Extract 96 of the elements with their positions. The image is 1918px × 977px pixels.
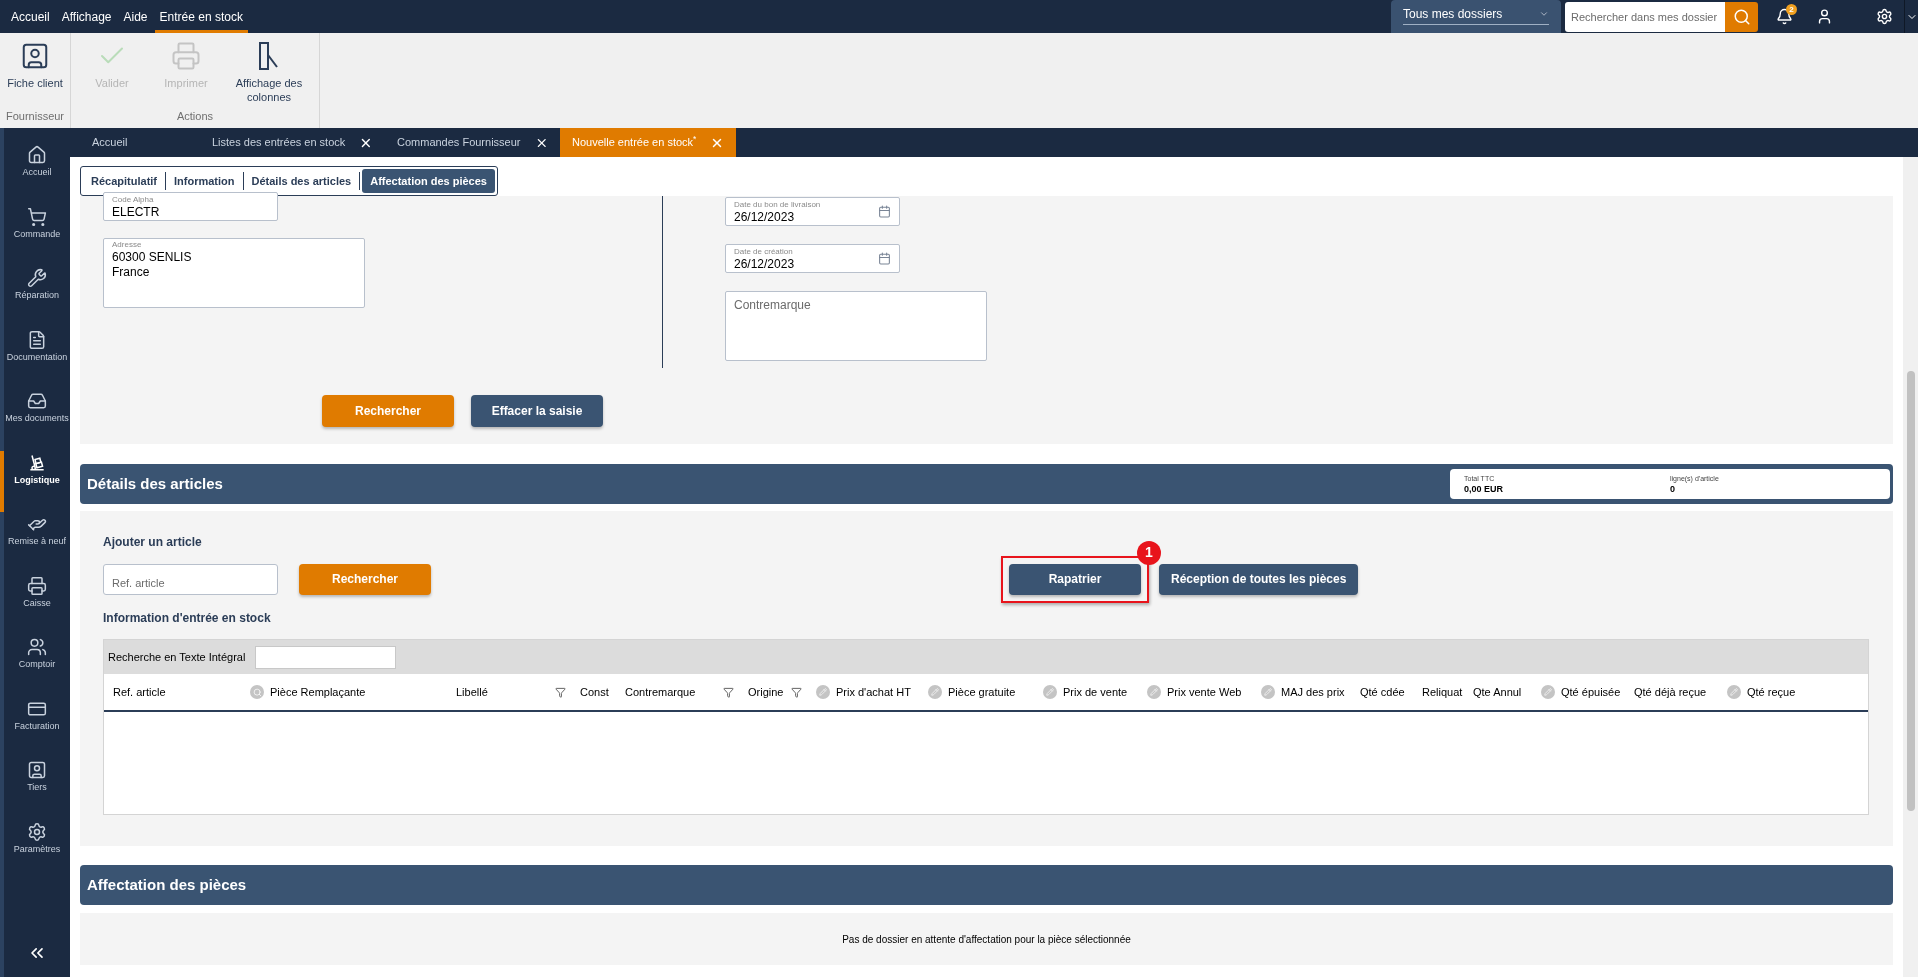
- column-header[interactable]: Qté déjà reçue: [1634, 683, 1716, 701]
- sidebar-item[interactable]: Caisse: [0, 573, 70, 635]
- clear-button[interactable]: Effacer la saisie: [471, 395, 603, 427]
- search-icon: [1732, 7, 1751, 26]
- filter-label: Recherche en Texte Intégral: [108, 649, 246, 665]
- section-tab[interactable]: Récapitulatif: [83, 169, 165, 193]
- filter-icon[interactable]: [791, 686, 802, 698]
- column-header[interactable]: MAJ des prix: [1281, 683, 1349, 701]
- sidebar-item[interactable]: Logistique: [0, 450, 70, 512]
- column-header[interactable]: Qte Annul: [1473, 683, 1530, 701]
- ribbon-group-label: Fournisseur: [5, 108, 65, 124]
- date-field[interactable]: Date de création 26/12/2023: [725, 244, 900, 273]
- sidebar-item[interactable]: Documentation: [0, 327, 70, 389]
- summary-value: 0: [1670, 483, 1676, 495]
- contremarque-field[interactable]: Contremarque: [725, 291, 987, 361]
- document-icon: [27, 329, 47, 350]
- inbox-icon: [27, 391, 47, 411]
- column-header[interactable]: Qté reçue: [1747, 683, 1866, 701]
- caret-icon: [1539, 9, 1549, 19]
- column-header[interactable]: Prix d'achat HT: [836, 683, 917, 701]
- date-field[interactable]: Date du bon de livraison 26/12/2023: [725, 197, 900, 226]
- scrollbar[interactable]: [1903, 157, 1918, 977]
- edit-icon[interactable]: [1147, 685, 1161, 699]
- menu-item[interactable]: Accueil: [6, 0, 55, 33]
- calendar-icon: [878, 205, 891, 218]
- sidebar-item[interactable]: Facturation: [0, 696, 70, 758]
- sidebar-item[interactable]: Mes documents: [0, 389, 70, 451]
- ribbon-button[interactable]: Fiche client: [4, 41, 66, 108]
- filter-icon[interactable]: [555, 686, 566, 698]
- summary-value: 0,00 EUR: [1464, 482, 1505, 495]
- document-tab[interactable]: Commandes Fournisseur: [385, 128, 560, 157]
- section-tab[interactable]: Affectation des pièces: [362, 169, 495, 193]
- search-field[interactable]: Rechercher dans mes dossier: [1565, 1, 1725, 32]
- menu-item[interactable]: Affichage: [56, 0, 117, 33]
- calendar-icon: [878, 252, 891, 265]
- ribbon-button[interactable]: Affichage des colonnes: [223, 41, 315, 108]
- notification-badge: 2: [1786, 4, 1797, 15]
- action-button[interactable]: Rapatrier: [1009, 563, 1141, 595]
- home-icon: [27, 145, 47, 165]
- edit-icon[interactable]: [1043, 685, 1057, 699]
- settings-icon: [1875, 8, 1893, 25]
- empty-message: Pas de dossier en attente d'affectation pour la pièce sélectionnée: [842, 932, 1131, 947]
- section-tab[interactable]: Information: [166, 169, 243, 193]
- section-title: Détails des articles: [87, 473, 223, 494]
- user-card-icon: [27, 760, 47, 780]
- column-header[interactable]: Const: [580, 683, 614, 701]
- column-header[interactable]: Origine: [748, 683, 785, 701]
- menu-item[interactable]: Aide: [118, 0, 153, 33]
- folder-dropdown[interactable]: Tous mes dossiers: [1391, 0, 1561, 33]
- edit-icon[interactable]: [816, 685, 830, 699]
- callout-badge: 1: [1137, 540, 1161, 565]
- column-header[interactable]: Ref. article: [113, 683, 239, 701]
- sidebar-item[interactable]: Remise à neuf: [0, 512, 70, 574]
- edit-icon[interactable]: [1261, 685, 1275, 699]
- sidebar-item[interactable]: Réparation: [0, 266, 70, 328]
- column-header[interactable]: Prix vente Web: [1167, 683, 1250, 701]
- sidebar-item[interactable]: Tiers: [0, 758, 70, 820]
- bell-icon: [1775, 8, 1793, 25]
- user-card-icon: [20, 41, 50, 71]
- dolly-icon: [27, 452, 47, 473]
- sidebar-item[interactable]: Comptoir: [0, 635, 70, 697]
- column-header[interactable]: Reliquat: [1422, 683, 1462, 701]
- column-header[interactable]: Qté épuisée: [1561, 683, 1623, 701]
- document-tab[interactable]: Listes des entrées en stock: [200, 128, 385, 157]
- column-header[interactable]: Pièce Remplaçante: [270, 683, 445, 701]
- search-button[interactable]: [1725, 1, 1758, 32]
- sidebar-item[interactable]: Accueil: [0, 143, 70, 205]
- column-header[interactable]: Contremarque: [625, 683, 717, 701]
- text-field[interactable]: Code Alpha ELECTR: [103, 192, 278, 221]
- sidebar-item[interactable]: Paramètres: [0, 819, 70, 881]
- sidebar-item[interactable]: Commande: [0, 204, 70, 266]
- printer-icon: [171, 41, 201, 71]
- subsection-title: Ajouter un article: [103, 534, 203, 551]
- printer-icon: [27, 575, 47, 596]
- full-text-search-field[interactable]: [255, 645, 397, 669]
- document-tab[interactable]: Accueil: [80, 128, 200, 157]
- column-header[interactable]: Libellé: [456, 683, 549, 701]
- edit-icon[interactable]: [928, 685, 942, 699]
- column-header[interactable]: Qté cdée: [1360, 683, 1411, 701]
- filter-icon[interactable]: [723, 686, 734, 698]
- section-title: Affectation des pièces: [87, 874, 247, 895]
- search-icon[interactable]: [250, 685, 264, 699]
- people-icon: [27, 637, 47, 657]
- action-button[interactable]: Réception de toutes les pièces: [1159, 563, 1359, 595]
- column-header[interactable]: Prix de vente: [1063, 683, 1136, 701]
- subsection-title: Information d'entrée en stock: [103, 610, 272, 627]
- settings-icon: [27, 821, 47, 842]
- wrench-icon: [27, 268, 47, 288]
- address-field[interactable]: Adresse 60300 SENLIS France: [103, 238, 365, 308]
- cart-icon: [27, 206, 47, 227]
- column-header[interactable]: Pièce gratuite: [948, 683, 1032, 701]
- reference-field[interactable]: Ref. article: [103, 563, 278, 595]
- section-tab[interactable]: Détails des articles: [243, 169, 360, 193]
- edit-icon[interactable]: [1541, 685, 1555, 699]
- edit-icon[interactable]: [1727, 685, 1741, 699]
- ribbon-group-label: Actions: [176, 108, 214, 124]
